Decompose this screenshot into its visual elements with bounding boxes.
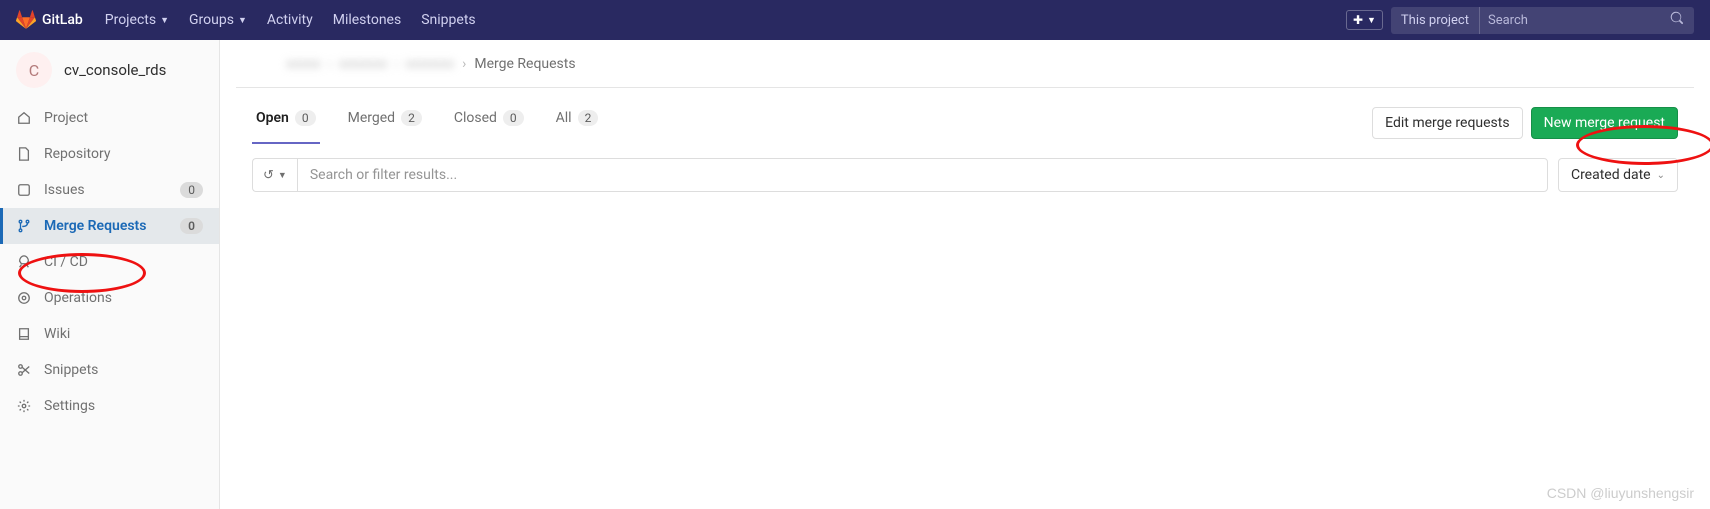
plus-icon: ✚ [1353,13,1363,27]
chevron-down-icon: ▼ [278,170,287,181]
search-scope[interactable]: This project [1391,7,1479,34]
home-icon [16,111,32,125]
sidebar-item-settings[interactable]: Settings [0,388,219,424]
project-avatar: C [16,52,52,88]
top-nav: GitLab Projects▼ Groups▼ Activity Milest… [0,0,1710,40]
scissors-icon [16,363,32,377]
gitlab-logo[interactable]: GitLab [16,10,83,30]
chevron-down-icon: ▼ [238,15,247,26]
sidebar-item-operations[interactable]: Operations [0,280,219,316]
history-icon: ↺ [263,168,274,183]
sidebar-item-wiki[interactable]: Wiki [0,316,219,352]
tabs-row: Open0 Merged2 Closed0 All2 Edit merge re… [236,88,1694,144]
nav-projects[interactable]: Projects▼ [95,0,179,40]
mr-count: 0 [180,218,203,234]
sidebar-item-merge-requests[interactable]: Merge Requests 0 [0,208,219,244]
nav-snippets[interactable]: Snippets [411,0,485,40]
new-merge-request-button[interactable]: New merge request [1531,107,1678,139]
sidebar-item-cicd[interactable]: CI / CD [0,244,219,280]
tab-open[interactable]: Open0 [252,102,320,144]
breadcrumb: xxxxx › xxxxxxx › xxxxxxx › Merge Reques… [236,40,1694,88]
filter-row: ↺▼ Created date⌄ [236,144,1694,206]
filter-input[interactable] [297,158,1548,192]
file-icon [16,147,32,161]
breadcrumb-current: Merge Requests [474,56,575,72]
issues-count: 0 [180,182,203,198]
nav-groups[interactable]: Groups▼ [179,0,257,40]
gear-icon [16,399,32,413]
sort-dropdown[interactable]: Created date⌄ [1558,158,1678,192]
new-dropdown[interactable]: ✚ ▼ [1346,10,1383,30]
project-name: cv_console_rds [64,61,166,79]
search-icon[interactable] [1660,11,1694,29]
sidebar-item-repository[interactable]: Repository [0,136,219,172]
nav-milestones[interactable]: Milestones [323,0,412,40]
brand-text: GitLab [42,12,83,28]
watermark: CSDN @liuyunshengsir [1547,485,1694,501]
sidebar-item-project[interactable]: Project [0,100,219,136]
tab-all[interactable]: All2 [552,102,603,144]
edit-merge-requests-button[interactable]: Edit merge requests [1372,107,1522,139]
chevron-down-icon: ▼ [160,15,169,26]
sidebar-item-issues[interactable]: Issues 0 [0,172,219,208]
main-content: xxxxx › xxxxxxx › xxxxxxx › Merge Reques… [220,40,1710,206]
breadcrumb-blurred[interactable]: xxxxx › xxxxxxx › xxxxxxx [286,56,454,72]
nav-activity[interactable]: Activity [257,0,323,40]
book-icon [16,327,32,341]
operations-icon [16,291,32,305]
sidebar-item-snippets[interactable]: Snippets [0,352,219,388]
sidebar: C cv_console_rds Project Repository Issu… [0,40,220,509]
tab-merged[interactable]: Merged2 [344,102,426,144]
merge-icon [16,219,32,233]
search-container [1479,7,1694,34]
tanuki-icon [16,10,36,30]
chevron-down-icon: ▼ [1367,15,1376,26]
issues-icon [16,183,32,197]
tab-closed[interactable]: Closed0 [450,102,528,144]
rocket-icon [16,255,32,269]
chevron-down-icon: ⌄ [1657,170,1665,181]
history-dropdown[interactable]: ↺▼ [252,158,297,192]
project-header[interactable]: C cv_console_rds [0,40,219,100]
search-input[interactable] [1480,7,1660,34]
